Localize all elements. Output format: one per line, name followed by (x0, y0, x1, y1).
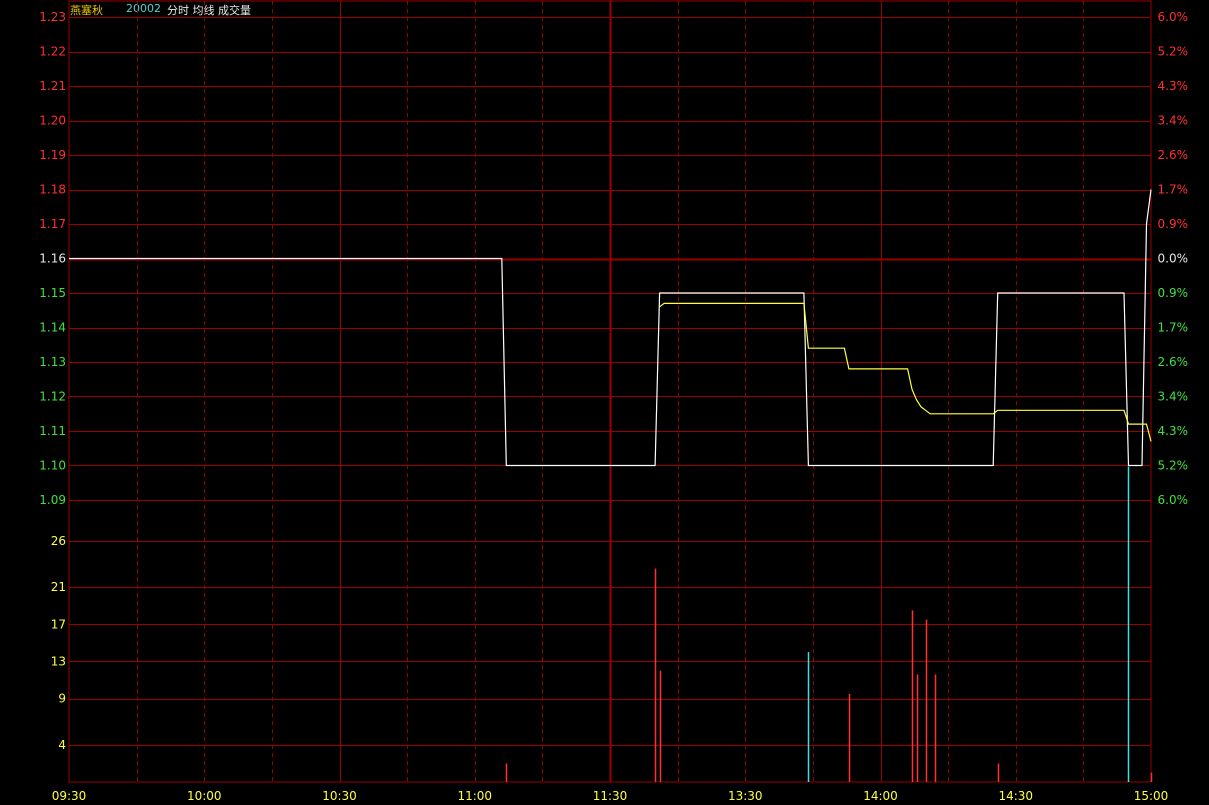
time-tick-label: 14:00 (863, 789, 898, 803)
percent-tick-label: 3.4% (1158, 390, 1189, 404)
average-line (659, 302, 1152, 442)
price-tick-label: 1.17 (39, 217, 66, 231)
volume-tick-label: 9 (58, 692, 66, 706)
price-tick-label: 1.21 (39, 79, 66, 93)
chart-grid (68, 0, 1152, 783)
price-tick-label: 1.23 (39, 10, 66, 24)
percent-tick-label: 3.4% (1158, 114, 1189, 128)
time-tick-label: 15:00 (1134, 789, 1169, 803)
percent-tick-label: 5.2% (1158, 45, 1189, 59)
price-tick-label: 1.14 (39, 321, 66, 335)
price-tick-label: 1.20 (39, 114, 66, 128)
percent-tick-label: 5.2% (1158, 459, 1189, 473)
price-tick-label: 1.10 (39, 459, 66, 473)
intraday-chart[interactable]: 1.23 1.22 1.21 1.20 1.19 1.18 1.17 1.16 1.15 1.14… (0, 0, 1209, 805)
percent-tick-label: 0.9% (1158, 286, 1189, 300)
time-tick-label: 10:30 (322, 789, 357, 803)
volume-tick-label: 21 (51, 580, 66, 594)
percent-tick-label: 4.3% (1158, 79, 1189, 93)
price-tick-label: 1.16 (39, 252, 66, 266)
price-tick-label: 1.22 (39, 45, 66, 59)
percent-tick-label: 2.6% (1158, 148, 1189, 162)
price-tick-label: 1.12 (39, 390, 66, 404)
percent-tick-label: 1.7% (1158, 321, 1189, 335)
price-tick-label: 1.11 (39, 424, 66, 438)
percent-tick-label: 4.3% (1158, 424, 1189, 438)
time-tick-label: 11:00 (457, 789, 492, 803)
price-tick-label: 1.09 (39, 493, 66, 507)
percent-tick-label: 2.6% (1158, 355, 1189, 369)
price-tick-label: 1.19 (39, 148, 66, 162)
percent-tick-label: 0.0% (1158, 252, 1189, 266)
time-tick-label: 11:30 (593, 789, 628, 803)
price-tick-label: 1.13 (39, 355, 66, 369)
volume-tick-label: 17 (51, 617, 66, 631)
volume-tick-label: 26 (51, 534, 66, 548)
volume-tick-label: 13 (51, 654, 66, 668)
price-tick-label: 1.18 (39, 183, 66, 197)
percent-tick-label: 6.0% (1158, 10, 1189, 24)
time-tick-label: 13:30 (728, 789, 763, 803)
time-tick-label: 09:30 (52, 789, 87, 803)
time-tick-label: 14:30 (998, 789, 1033, 803)
chart-axes: 1.23 1.22 1.21 1.20 1.19 1.18 1.17 1.16 1.15 1.14… (39, 10, 1188, 803)
percent-tick-label: 0.9% (1158, 217, 1189, 231)
percent-tick-label: 1.7% (1158, 183, 1189, 197)
price-tick-label: 1.15 (39, 286, 66, 300)
volume-tick-label: 4 (58, 738, 66, 752)
percent-tick-label: 6.0% (1158, 493, 1189, 507)
time-tick-label: 10:00 (187, 789, 222, 803)
